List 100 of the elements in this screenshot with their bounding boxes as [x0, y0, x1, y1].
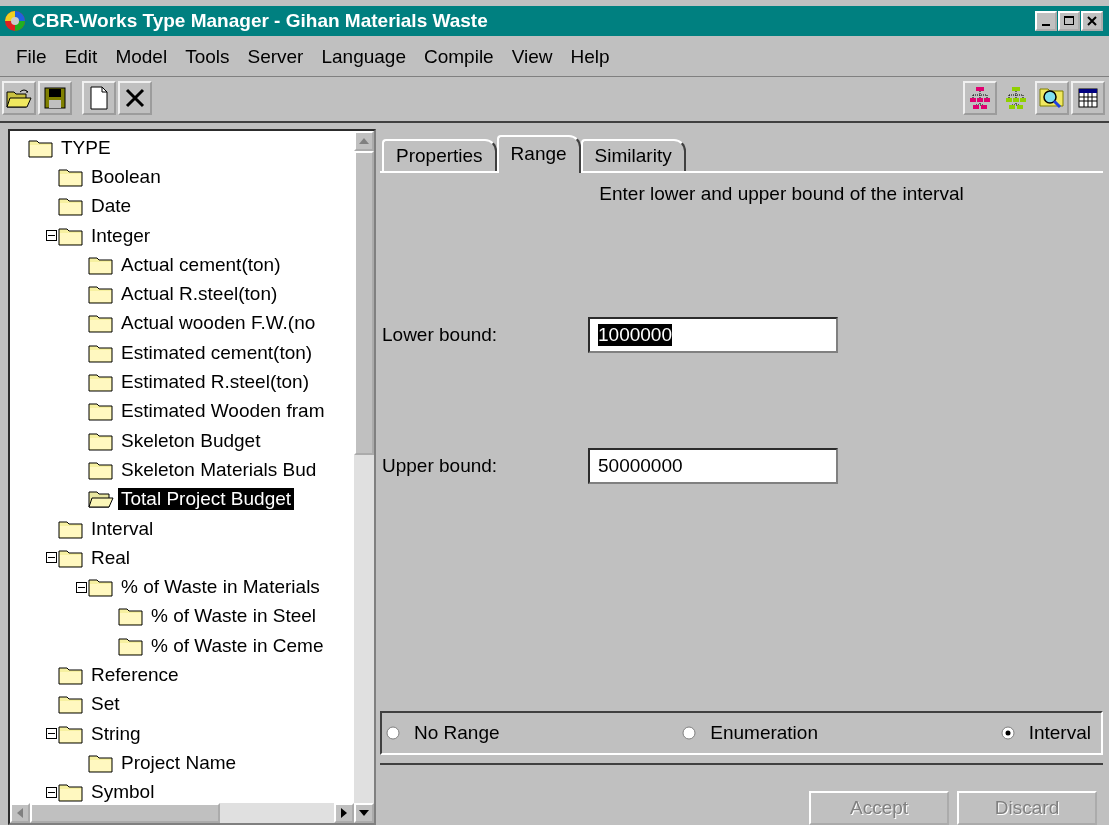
menu-item[interactable]: Help — [562, 44, 618, 70]
open-folder-button[interactable] — [2, 81, 36, 115]
maximize-button[interactable] — [1058, 11, 1080, 31]
folder-icon — [88, 284, 114, 305]
radio-option[interactable]: Enumeration — [682, 722, 818, 744]
table-icon — [1077, 87, 1099, 109]
delete-icon — [124, 87, 146, 109]
maximize-icon — [1063, 15, 1075, 27]
delete-button[interactable] — [118, 81, 152, 115]
tree-item[interactable]: Date — [88, 195, 135, 218]
tree-item[interactable]: Skeleton Materials Bud — [118, 458, 320, 481]
tree-item[interactable]: Estimated Wooden fram — [118, 400, 328, 423]
folder-icon — [58, 166, 84, 187]
collapse-icon[interactable] — [76, 581, 87, 593]
folder-icon — [118, 606, 144, 627]
field-label: Upper bound: — [381, 455, 499, 477]
instruction-text: Enter lower and upper bound of the interval — [598, 182, 965, 205]
close-button[interactable] — [1081, 11, 1103, 31]
tree-item[interactable]: Skeleton Budget — [118, 429, 264, 452]
input-field[interactable]: 1000000 — [588, 317, 838, 353]
folder-icon — [58, 547, 84, 568]
folder-icon — [88, 372, 114, 392]
menu-item[interactable]: Tools — [177, 44, 238, 70]
scroll-right-button[interactable] — [334, 803, 354, 823]
folder-icon — [88, 254, 114, 275]
close-icon — [1086, 15, 1098, 27]
window-title: CBR-Works Type Manager - Gihan Materials Waste — [32, 10, 489, 32]
folder-icon — [58, 694, 84, 715]
tree-item[interactable]: Symbol — [88, 781, 158, 803]
up-arrow-icon — [359, 138, 369, 144]
menu-item[interactable]: Model — [107, 44, 176, 70]
tree-item[interactable]: Boolean — [88, 165, 164, 188]
tree-item[interactable]: Actual R.steel(ton) — [118, 283, 281, 306]
menu-item[interactable]: Compile — [416, 44, 502, 70]
vertical-scrollbar[interactable] — [354, 131, 374, 823]
folder-icon — [58, 782, 84, 803]
menu-item[interactable]: Server — [239, 44, 312, 70]
hierarchy-icon — [1004, 86, 1028, 110]
open-folder-icon — [88, 489, 114, 510]
tree-item[interactable]: String — [88, 722, 144, 745]
table-button[interactable] — [1071, 81, 1105, 115]
tree-item[interactable]: Actual wooden F.W.(no — [118, 312, 319, 335]
tree-item[interactable]: Project Name — [118, 751, 240, 774]
folder-icon — [88, 459, 114, 480]
collapse-icon[interactable] — [46, 728, 57, 740]
tree-item[interactable]: Actual cement(ton) — [118, 253, 284, 276]
tree-item[interactable]: Total Project Budget — [118, 488, 295, 511]
down-arrow-icon — [359, 810, 369, 816]
collapse-icon[interactable] — [46, 786, 57, 798]
folder-icon — [28, 137, 54, 158]
save-button[interactable] — [38, 81, 72, 115]
tree-item[interactable]: Reference — [88, 664, 182, 686]
menu-item[interactable]: Edit — [56, 44, 106, 70]
input-field[interactable]: 50000000 — [588, 448, 838, 484]
scroll-up-button[interactable] — [354, 131, 374, 151]
tree-item[interactable]: TYPE — [58, 136, 114, 159]
open-folder-icon — [6, 87, 32, 109]
scroll-down-button[interactable] — [354, 803, 374, 823]
folder-icon — [58, 225, 84, 246]
folder-icon — [88, 430, 114, 451]
tree-item[interactable]: Estimated cement(ton) — [118, 341, 316, 364]
radio-option[interactable]: No Range — [386, 722, 500, 744]
app-logo-icon — [4, 10, 26, 32]
new-document-button[interactable] — [82, 81, 116, 115]
tree-item[interactable]: % of Waste in Steel — [148, 605, 320, 628]
minimize-button[interactable] — [1035, 11, 1057, 31]
collapse-icon[interactable] — [46, 552, 57, 564]
folder-icon — [88, 342, 114, 363]
folder-icon — [58, 723, 84, 744]
folder-icon — [88, 401, 114, 422]
tree-item[interactable]: Set — [88, 693, 123, 716]
folder-icon — [118, 635, 144, 656]
tree-item[interactable]: Estimated R.steel(ton) — [118, 371, 312, 393]
scroll-left-button[interactable] — [10, 803, 30, 823]
left-arrow-icon — [17, 808, 23, 818]
radio-option[interactable]: Interval — [1000, 722, 1091, 744]
collapse-icon[interactable] — [46, 230, 57, 242]
tree-item[interactable]: % of Waste in Ceme — [148, 634, 327, 657]
field-label: Lower bound: — [381, 324, 499, 346]
minimize-icon — [1042, 24, 1050, 26]
folder-icon — [58, 196, 84, 217]
tree-item[interactable]: Interval — [88, 517, 157, 540]
menu-item[interactable]: File — [8, 44, 55, 70]
horizontal-scrollbar[interactable] — [10, 803, 354, 823]
search-icon — [1039, 86, 1065, 110]
tree-item[interactable]: Real — [88, 546, 134, 569]
new-document-icon — [89, 86, 109, 110]
tab[interactable]: Range — [496, 135, 581, 173]
tree-item[interactable]: % of Waste in Materials — [118, 576, 323, 599]
menu-item[interactable]: View — [503, 44, 561, 70]
search-button[interactable] — [1035, 81, 1069, 115]
hierarchy-icon — [968, 86, 992, 110]
right-arrow-icon — [341, 808, 347, 818]
menu-item[interactable]: Language — [313, 44, 414, 70]
folder-icon — [88, 313, 114, 334]
tree-item[interactable]: Integer — [88, 224, 154, 247]
hierarchy-button[interactable] — [963, 81, 997, 115]
folder-icon — [88, 752, 114, 773]
tab[interactable]: Properties — [382, 139, 497, 171]
tab[interactable]: Similarity — [580, 139, 686, 171]
